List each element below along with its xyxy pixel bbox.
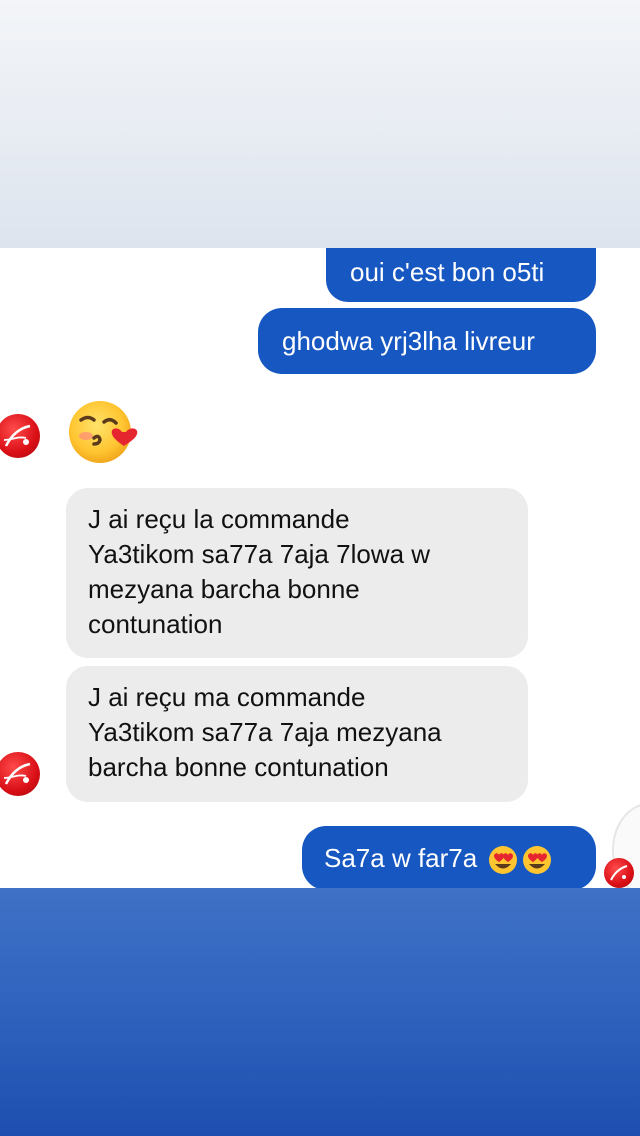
chat-thread[interactable]: oui c'est bon o5ti ghodwa yrj3lha livreu… — [0, 248, 640, 888]
message-line: J ai reçu la commande — [88, 504, 350, 534]
contact-avatar[interactable] — [0, 752, 40, 796]
incoming-message-bubble[interactable]: J ai reçu ma commande Ya3tikom sa77a 7aj… — [66, 666, 528, 802]
outgoing-message-bubble[interactable]: ghodwa yrj3lha livreur — [258, 308, 596, 374]
logo-icon — [3, 762, 31, 785]
message-line: Ya3tikom sa77a 7aja 7lowa w — [88, 539, 431, 569]
incoming-message-bubble[interactable]: J ai reçu la commande Ya3tikom sa77a 7aj… — [66, 488, 528, 658]
message-text: oui c'est bon o5ti — [350, 257, 545, 287]
message-line: mezyana barcha bonne — [88, 574, 360, 604]
face-blowing-kiss-icon[interactable] — [66, 398, 140, 466]
heart-eyes-icon — [489, 846, 552, 875]
bottom-background — [0, 888, 640, 1136]
message-line: contunation — [88, 609, 223, 639]
message-line: Ya3tikom sa77a 7aja mezyana — [88, 717, 442, 747]
logo-icon — [610, 865, 628, 881]
contact-avatar[interactable] — [0, 414, 40, 458]
outgoing-message-bubble[interactable]: Sa7a w far7a — [302, 826, 596, 888]
top-background — [0, 0, 640, 248]
message-line: J ai reçu ma commande — [88, 682, 366, 712]
seen-avatar — [604, 858, 634, 888]
message-text: ghodwa yrj3lha livreur — [282, 326, 535, 356]
message-line: barcha bonne contunation — [88, 752, 389, 782]
logo-icon — [3, 424, 31, 447]
outgoing-message-bubble[interactable]: oui c'est bon o5ti — [326, 248, 596, 302]
message-text: Sa7a w far7a — [324, 843, 478, 873]
